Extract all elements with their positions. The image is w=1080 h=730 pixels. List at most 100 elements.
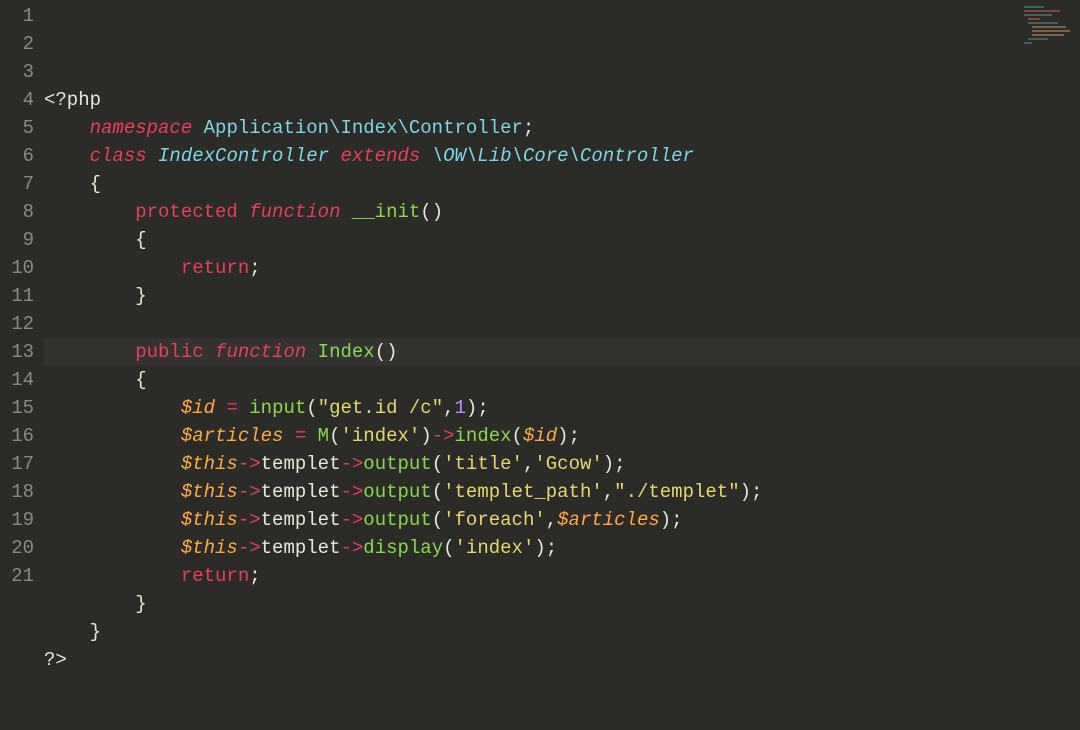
code-line: {: [44, 366, 1080, 394]
token: IndexController: [158, 145, 329, 167]
token: (: [432, 453, 443, 475]
token: Index: [318, 341, 375, 363]
code-line: ?>: [44, 646, 1080, 674]
code-content: <?php namespace Application\Index\Contro…: [44, 86, 1080, 674]
token: (): [420, 201, 443, 223]
token: 'templet_path': [443, 481, 603, 503]
token: [238, 397, 249, 419]
token: $this: [181, 537, 238, 559]
code-line: }: [44, 618, 1080, 646]
line-number: 18: [0, 478, 34, 506]
token: {: [135, 229, 146, 251]
code-line: protected function __init(): [44, 198, 1080, 226]
token: (: [432, 509, 443, 531]
token: }: [90, 621, 101, 643]
token: output: [363, 509, 431, 531]
token: ): [420, 425, 431, 447]
code-line: $articles = M('index')->index($id);: [44, 422, 1080, 450]
line-number: 21: [0, 562, 34, 590]
token: [44, 341, 135, 363]
token: namespace: [90, 117, 193, 139]
line-number: 3: [0, 58, 34, 86]
token: (: [443, 537, 454, 559]
line-number: 13: [0, 338, 34, 366]
token: [215, 397, 226, 419]
token: <?php: [44, 89, 101, 111]
token: ->: [340, 481, 363, 503]
line-number: 6: [0, 142, 34, 170]
token: ,: [443, 397, 454, 419]
token: [44, 481, 181, 503]
token: function: [215, 341, 306, 363]
token: ,: [523, 453, 534, 475]
code-editor[interactable]: 123456789101112131415161718192021 <?php …: [0, 0, 1080, 635]
token: =: [226, 397, 237, 419]
token: [329, 145, 340, 167]
token: ->: [340, 537, 363, 559]
token: ,: [603, 481, 614, 503]
token: );: [603, 453, 626, 475]
code-line: $this->templet->output('templet_path',".…: [44, 478, 1080, 506]
token: ->: [340, 509, 363, 531]
token: ?>: [44, 649, 67, 671]
token: ;: [249, 565, 260, 587]
token: return: [181, 565, 249, 587]
line-number: 4: [0, 86, 34, 114]
line-number: 2: [0, 30, 34, 58]
code-line: {: [44, 170, 1080, 198]
token: [283, 425, 294, 447]
token: [44, 369, 135, 391]
line-number: 9: [0, 226, 34, 254]
token: $id: [181, 397, 215, 419]
code-line: $id = input("get.id /c",1);: [44, 394, 1080, 422]
code-line: {: [44, 226, 1080, 254]
line-number: 20: [0, 534, 34, 562]
token: [44, 257, 181, 279]
token: [44, 145, 90, 167]
token: Application\Index\Controller: [204, 117, 523, 139]
token: ->: [432, 425, 455, 447]
code-line: $this->templet->output('title','Gcow');: [44, 450, 1080, 478]
token: 'title': [443, 453, 523, 475]
token: [420, 145, 431, 167]
line-number: 11: [0, 282, 34, 310]
token: output: [363, 481, 431, 503]
token: [44, 565, 181, 587]
token: __init: [352, 201, 420, 223]
token: );: [740, 481, 763, 503]
line-number: 15: [0, 394, 34, 422]
token: ->: [238, 481, 261, 503]
token: $id: [523, 425, 557, 447]
token: [44, 537, 181, 559]
line-number: 1: [0, 2, 34, 30]
line-number: 10: [0, 254, 34, 282]
token: [44, 173, 90, 195]
code-line: return;: [44, 562, 1080, 590]
line-number: 17: [0, 450, 34, 478]
code-line: }: [44, 282, 1080, 310]
token: }: [135, 593, 146, 615]
token: {: [135, 369, 146, 391]
token: $this: [181, 481, 238, 503]
code-line: public function Index(): [44, 338, 1080, 366]
token: input: [249, 397, 306, 419]
token: "./templet": [614, 481, 739, 503]
token: display: [363, 537, 443, 559]
minimap[interactable]: [1022, 4, 1076, 64]
token: ;: [249, 257, 260, 279]
code-line: class IndexController extends \OW\Lib\Co…: [44, 142, 1080, 170]
token: extends: [340, 145, 420, 167]
token: [44, 117, 90, 139]
token: 'Gcow': [534, 453, 602, 475]
token: [192, 117, 203, 139]
token: "get.id /c": [318, 397, 443, 419]
code-area[interactable]: <?php namespace Application\Index\Contro…: [44, 0, 1080, 635]
line-number: 16: [0, 422, 34, 450]
token: [44, 285, 135, 307]
token: public: [135, 341, 203, 363]
token: templet: [261, 453, 341, 475]
code-line: namespace Application\Index\Controller;: [44, 114, 1080, 142]
code-line: return;: [44, 254, 1080, 282]
token: [238, 201, 249, 223]
token: [306, 341, 317, 363]
